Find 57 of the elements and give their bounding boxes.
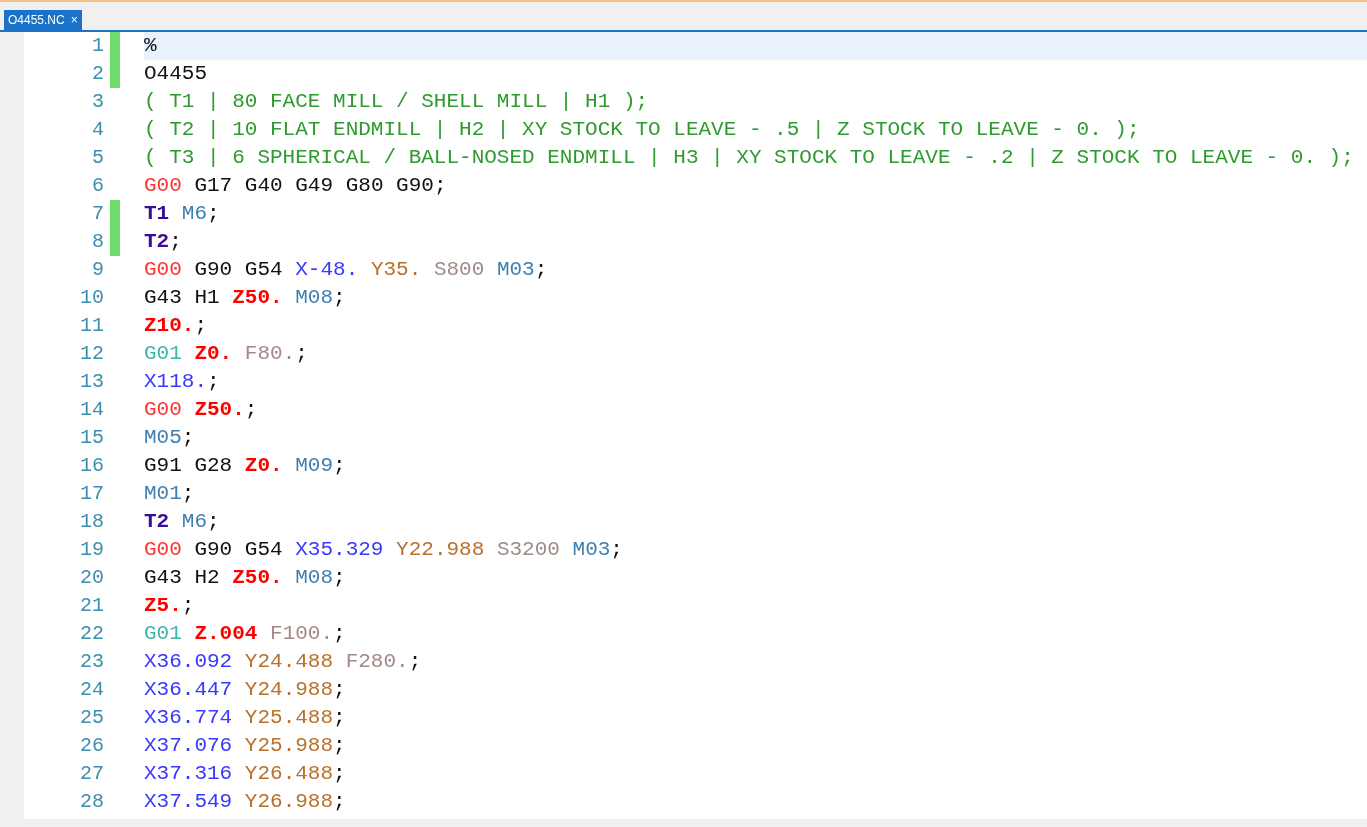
line-number: 14: [79, 397, 104, 423]
code-line: G00 G17 G40 G49 G80 G90;: [144, 173, 448, 200]
code-line: ( T1 | 80 FACE MILL / SHELL MILL | H1 );: [144, 89, 650, 116]
line-number: 18: [79, 509, 104, 535]
line-number: 27: [79, 761, 104, 787]
code-line: M05;: [144, 425, 196, 452]
line-number: 20: [79, 565, 104, 591]
line-number: 2: [91, 61, 104, 87]
file-tab[interactable]: O4455.NC ×: [4, 10, 82, 30]
code-line: T2;: [144, 229, 183, 256]
close-tab-button[interactable]: ×: [70, 11, 78, 29]
line-number: 5: [91, 145, 104, 171]
line-number: 4: [91, 117, 104, 143]
line-number: 8: [91, 229, 104, 255]
code-line: T1 M6;: [144, 201, 221, 228]
line-number: 6: [91, 173, 104, 199]
code-line: G01 Z.004 F100.;: [144, 621, 347, 648]
code-line: G01 Z0. F80.;: [144, 341, 309, 368]
code-line: G00 G90 G54 X35.329 Y22.988 S3200 M03;: [144, 537, 624, 564]
code-line: ( T3 | 6 SPHERICAL / BALL-NOSED ENDMILL | H3 | XY STOCK TO LEAVE - .2 | Z STOCK TO LEAVE - 0. );: [144, 145, 1355, 172]
line-number: 7: [91, 201, 104, 227]
line-number: 17: [79, 481, 104, 507]
code-line: M01;: [144, 481, 196, 508]
code-line: G00 G90 G54 X-48. Y35. S800 M03;: [144, 257, 549, 284]
line-number: 26: [79, 733, 104, 759]
line-number: 24: [79, 677, 104, 703]
code-line: O4455: [144, 61, 208, 88]
line-number: 15: [79, 425, 104, 451]
code-line: X37.549 Y26.988;: [144, 789, 347, 816]
line-number: 9: [91, 257, 104, 283]
code-line: X37.316 Y26.488;: [144, 761, 347, 788]
code-line: G00 Z50.;: [144, 397, 259, 424]
line-number: 16: [79, 453, 104, 479]
code-line: Z10.;: [144, 313, 209, 340]
code-line: T2 M6;: [144, 509, 221, 536]
code-line: X37.076 Y25.988;: [144, 733, 347, 760]
line-number: 11: [79, 313, 104, 339]
line-number: 23: [79, 649, 104, 675]
line-number: 13: [79, 369, 104, 395]
line-number: 25: [79, 705, 104, 731]
code-line: X36.447 Y24.988;: [144, 677, 347, 704]
code-line: X36.092 Y24.488 F280.;: [144, 649, 423, 676]
code-line: Z5.;: [144, 593, 196, 620]
line-number: 21: [79, 593, 104, 619]
line-number: 19: [79, 537, 104, 563]
line-number: 12: [79, 341, 104, 367]
code-line: G43 H1 Z50. M08;: [144, 285, 347, 312]
code-line: ( T2 | 10 FLAT ENDMILL | H2 | XY STOCK TO LEAVE - .5 | Z STOCK TO LEAVE - 0. );: [144, 117, 1141, 144]
code-line: G91 G28 Z0. M09;: [144, 453, 347, 480]
line-number: 10: [79, 285, 104, 311]
line-number: 28: [79, 789, 104, 815]
line-number: 22: [79, 621, 104, 647]
code-line: G43 H2 Z50. M08;: [144, 565, 347, 592]
code-line: X36.774 Y25.488;: [144, 705, 347, 732]
line-number: 1: [91, 33, 104, 59]
code-line: X118.;: [144, 369, 221, 396]
line-number: 3: [91, 89, 104, 115]
